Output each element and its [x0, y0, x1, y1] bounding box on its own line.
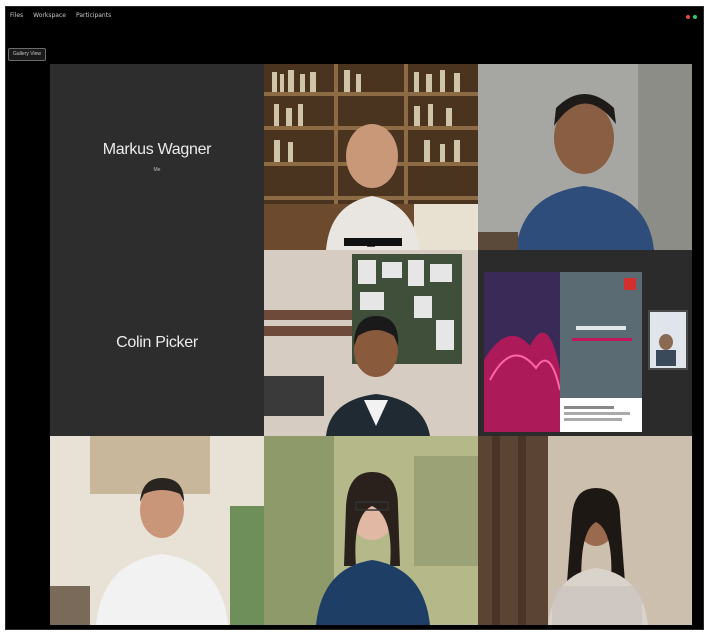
participant-tile-markus-wagner[interactable]: Markus Wagner Me [50, 64, 264, 250]
participant-name: Markus Wagner [102, 141, 212, 158]
participant-video-feed [478, 64, 692, 250]
participant-video-feed [264, 436, 478, 625]
shared-screen-tile[interactable] [478, 250, 692, 436]
participant-tile-video[interactable] [478, 436, 692, 625]
participant-tile-video[interactable] [478, 64, 692, 250]
bookshelf-video-feed [264, 64, 478, 250]
window-close-icon[interactable] [686, 15, 690, 19]
menu-item-files[interactable]: Files [10, 12, 23, 19]
participant-video-feed [478, 436, 692, 625]
participant-video-feed [264, 250, 478, 436]
menu-bar: Files Workspace Participants [10, 12, 111, 19]
participant-name: Colin Picker [116, 334, 198, 351]
participant-tile-video[interactable] [264, 436, 478, 625]
participant-tile-colin-picker[interactable]: Colin Picker [50, 250, 264, 436]
participant-subtitle: Me [153, 167, 161, 173]
window-controls [686, 15, 697, 19]
participant-tile-video[interactable] [50, 436, 264, 625]
window-minimize-icon[interactable] [693, 15, 697, 19]
shared-presentation-slide [478, 250, 692, 436]
participant-name-tag [367, 245, 375, 247]
gallery-view-button[interactable]: Gallery View [8, 48, 46, 61]
video-conference-window: Files Workspace Participants Gallery Vie… [5, 6, 704, 630]
participant-tile-video[interactable] [264, 64, 478, 250]
menu-item-participants[interactable]: Participants [76, 12, 111, 19]
participant-tile-video[interactable] [264, 250, 478, 436]
menu-item-workspace[interactable]: Workspace [33, 12, 66, 19]
participant-video-feed [50, 436, 264, 625]
